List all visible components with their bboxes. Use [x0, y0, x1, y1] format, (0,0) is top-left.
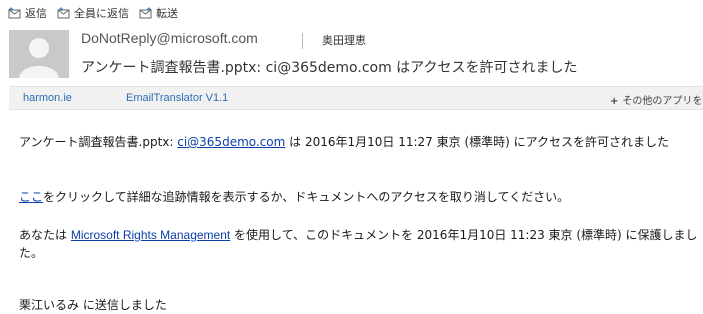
body-paragraph-protection: あなたは Microsoft Rights Management を使用して、こ…	[19, 226, 703, 262]
body-paragraph-sent: 栗江いるみ に送信しました	[19, 298, 167, 312]
header-divider	[302, 33, 303, 49]
forward-label: 転送	[156, 7, 178, 20]
access-text-suffix: は 2016年1月10日 11:27 東京 (標準時) にアクセスを許可されまし…	[285, 135, 670, 149]
sender-avatar[interactable]	[9, 30, 69, 78]
tracking-text: をクリックして詳細な追跡情報を表示するか、ドキュメントへのアクセスを取り消してく…	[43, 190, 570, 204]
user-email-link[interactable]: ci@365demo.com	[177, 135, 285, 149]
body-paragraph-access: アンケート調査報告書.pptx: ci@365demo.com は 2016年1…	[19, 133, 703, 151]
tracking-details-link[interactable]: ここ	[19, 190, 43, 204]
protection-text-prefix: あなたは	[19, 228, 71, 242]
body-paragraph-tracking: ここをクリックして詳細な追跡情報を表示するか、ドキュメントへのアクセスを取り消し…	[19, 188, 703, 206]
app-tab-email-translator[interactable]: EmailTranslator V1.1	[126, 92, 228, 104]
reply-label: 返信	[25, 7, 47, 20]
apps-bar: harmon.ie EmailTranslator V1.1 + その他のアプリを	[9, 86, 703, 110]
plus-icon: +	[610, 96, 619, 107]
app-tab-harmonie[interactable]: harmon.ie	[23, 92, 72, 104]
sender-address[interactable]: DoNotReply@microsoft.com	[81, 30, 258, 46]
person-icon	[9, 30, 69, 78]
message-subject: アンケート調査報告書.pptx: ci@365demo.com はアクセスを許可…	[81, 60, 578, 76]
message-toolbar: 返信 全員に返信 転送	[0, 0, 703, 26]
access-text-prefix: アンケート調査報告書.pptx:	[19, 135, 178, 149]
more-apps-label: その他のアプリを	[622, 96, 703, 107]
rights-management-link[interactable]: Microsoft Rights Management	[71, 228, 230, 242]
reply-button[interactable]: 返信	[8, 5, 47, 21]
reply-all-button[interactable]: 全員に返信	[57, 5, 129, 21]
reply-all-icon	[57, 7, 70, 19]
reply-icon	[8, 7, 21, 19]
reply-all-label: 全員に返信	[74, 7, 129, 20]
forward-icon	[139, 7, 152, 19]
forward-button[interactable]: 転送	[139, 5, 178, 21]
recipient-name[interactable]: 奥田理恵	[322, 32, 366, 48]
more-apps-button[interactable]: + その他のアプリを	[610, 92, 702, 107]
